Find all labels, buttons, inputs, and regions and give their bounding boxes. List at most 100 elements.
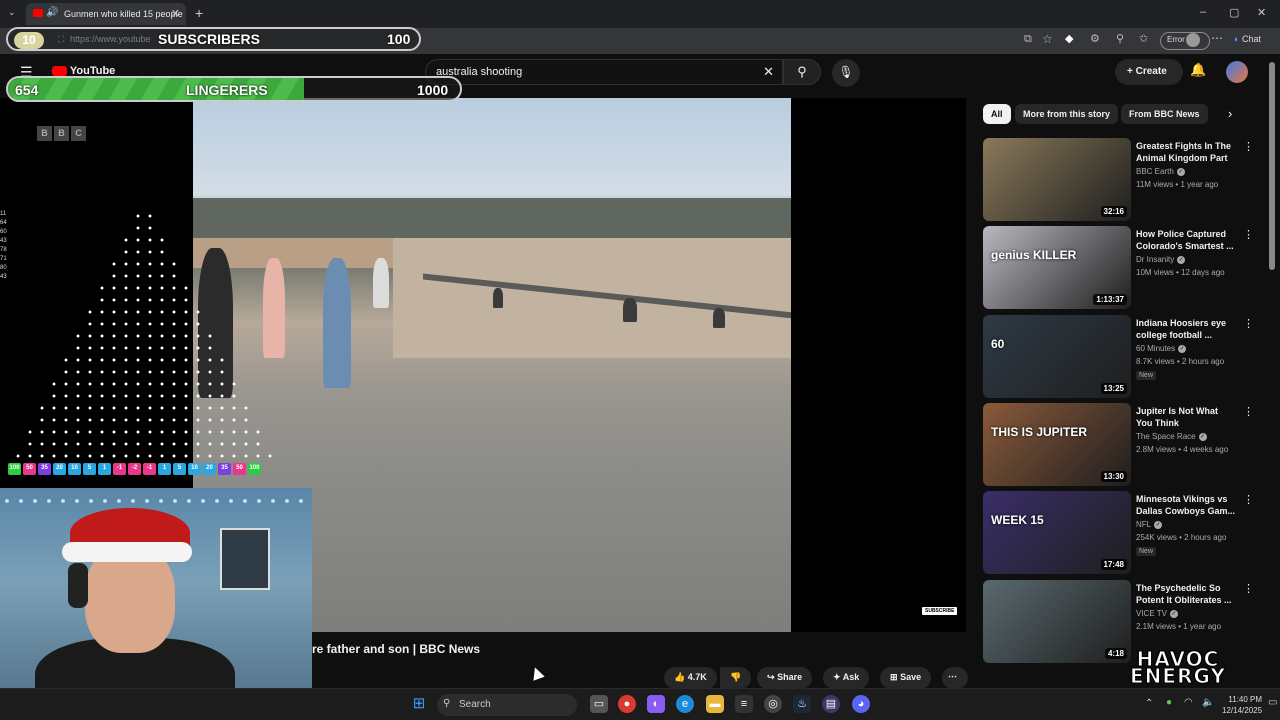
plinko-bin: 10 <box>188 463 201 475</box>
windows-start-icon[interactable]: ⊞ <box>410 695 428 713</box>
more-menu-icon[interactable]: ⋯ <box>1211 31 1223 45</box>
search-icon: ⚲ <box>797 64 807 79</box>
more-options-icon[interactable]: ⋮ <box>1243 493 1254 506</box>
more-options-icon[interactable]: ⋮ <box>1243 317 1254 330</box>
recommendation-channel[interactable]: 60 Minutes ✓ <box>1136 344 1187 353</box>
recommendation-card[interactable]: WEEK 15 17:48 Minnesota Vikings vs Dallas … <box>983 491 1263 575</box>
taskbar-clock[interactable]: 11:40 PM 12/14/2025 <box>1222 694 1262 716</box>
subscribe-watermark[interactable]: SUBSCRIBE <box>922 607 958 615</box>
more-options-icon[interactable]: ⋮ <box>1243 405 1254 418</box>
recommendation-card[interactable]: 32:16 Greatest Fights In The Animal Kingd… <box>983 138 1263 222</box>
recommendation-title[interactable]: Indiana Hoosiers eye college football ..… <box>1136 317 1236 341</box>
recommendation-title[interactable]: The Psychedelic So Potent It Obliterates… <box>1136 582 1236 606</box>
more-options-icon[interactable]: ⋮ <box>1243 228 1254 241</box>
account-avatar[interactable] <box>1226 61 1248 83</box>
recommendation-card[interactable]: 60 13:25 Indiana Hoosiers eye college foot… <box>983 315 1263 399</box>
recommendation-channel[interactable]: Dr Insanity ✓ <box>1136 255 1186 264</box>
app-install-icon[interactable]: ⧉ <box>1024 33 1032 46</box>
verified-check-icon: ✓ <box>1178 344 1187 353</box>
ask-button[interactable]: ✦ Ask <box>823 667 870 689</box>
chrome-icon[interactable]: ● <box>618 695 636 713</box>
favorites-icon[interactable]: ✩ <box>1139 32 1148 45</box>
tray-app-icon[interactable]: ● <box>1166 697 1172 708</box>
recommendation-channel[interactable]: The Space Race ✓ <box>1136 432 1207 441</box>
chip-from-bbc-news[interactable]: From BBC News <box>1121 104 1208 124</box>
tab-menu-chevron-icon[interactable]: ⌄ <box>8 7 16 18</box>
recommendation-title[interactable]: How Police Captured Colorado's Smartest … <box>1136 228 1236 252</box>
app-icon[interactable]: ▤ <box>822 695 840 713</box>
notifications-bell-icon[interactable]: 🔔 <box>1190 62 1206 78</box>
taskbar-search[interactable]: ⚲ Search <box>437 694 577 716</box>
side-number: 80 <box>0 265 7 271</box>
browser-tab-bar: ⌄ 🔊 Gunmen who killed 15 people ✕ + – ▢ … <box>0 0 1280 28</box>
plinko-bin: 10 <box>68 463 81 475</box>
voice-search-button[interactable]: 🎙 <box>832 59 860 87</box>
browser-tab[interactable]: 🔊 Gunmen who killed 15 people ✕ <box>26 3 186 25</box>
dislike-button[interactable]: 👎 <box>720 667 752 689</box>
more-options-icon[interactable]: ⋮ <box>1243 140 1254 153</box>
close-tab-icon[interactable]: ✕ <box>171 7 180 20</box>
save-button[interactable]: ⊞ Save <box>880 667 932 689</box>
discord-icon[interactable]: ◕ <box>852 695 870 713</box>
energy-text: ENERGY <box>1130 664 1226 688</box>
copilot-app-icon[interactable]: ◐ <box>647 695 665 713</box>
tray-expand-chevron-icon[interactable]: ⌃ <box>1145 698 1153 709</box>
notification-center-icon[interactable]: ▭ <box>1268 697 1277 708</box>
obs-icon[interactable]: ◎ <box>764 695 782 713</box>
tab-search-icon[interactable]: ⚲ <box>1116 32 1124 45</box>
recommendation-channel[interactable]: BBC Earth ✓ <box>1136 167 1185 176</box>
chip-more-from-story[interactable]: More from this story <box>1015 104 1119 124</box>
youtube-favicon-icon <box>33 9 43 17</box>
search-button[interactable]: ⚲ <box>783 59 821 85</box>
puzzle-extensions-icon[interactable]: ⚙ <box>1090 32 1100 45</box>
scrollbar-thumb[interactable] <box>1269 62 1275 270</box>
new-tab-button[interactable]: + <box>195 5 203 21</box>
create-button[interactable]: + Create <box>1115 59 1183 85</box>
close-window-button[interactable]: ✕ <box>1257 6 1266 19</box>
recommendation-channel[interactable]: VICE TV ✓ <box>1136 609 1178 618</box>
more-options-icon[interactable]: ⋮ <box>1243 582 1254 595</box>
create-label: Create <box>1135 66 1167 77</box>
more-actions-button[interactable]: ⋯ <box>942 667 968 689</box>
video-thumbnail[interactable]: 4:18 <box>983 580 1131 663</box>
thumbs-down-icon: 👎 <box>730 672 742 682</box>
bookmark-star-icon[interactable]: ☆ <box>1042 32 1053 46</box>
minimize-button[interactable]: – <box>1200 6 1206 18</box>
plinko-bin: 50 <box>23 463 36 475</box>
recommendation-title[interactable]: Minnesota Vikings vs Dallas Cowboys Gam.… <box>1136 493 1236 517</box>
microphone-icon: 🎙 <box>838 65 854 79</box>
recommendation-channel[interactable]: NFL ✓ <box>1136 520 1163 529</box>
task-view-icon[interactable]: ▭ <box>590 695 608 713</box>
chips-next-chevron-icon[interactable]: › <box>1228 106 1232 121</box>
recommendation-card[interactable]: genius KILLER 1:13:37 How Police Captured … <box>983 226 1263 310</box>
copilot-chat-button[interactable]: ◐ Chat <box>1234 34 1261 44</box>
profile-error-button[interactable]: Error <box>1160 32 1210 50</box>
audio-playing-icon[interactable]: 🔊 <box>46 7 58 18</box>
like-button[interactable]: 👍 4.7K <box>664 667 717 689</box>
recommendation-meta: 254K views • 2 hours ago <box>1136 533 1227 542</box>
recommendation-title[interactable]: Greatest Fights In The Animal Kingdom Pa… <box>1136 140 1236 164</box>
share-button[interactable]: ↪ Share <box>757 667 813 689</box>
clear-search-icon[interactable]: ✕ <box>763 64 774 80</box>
maximize-button[interactable]: ▢ <box>1229 6 1239 19</box>
search-input[interactable]: australia shooting ✕ <box>425 59 783 85</box>
file-explorer-icon[interactable]: ▬ <box>706 695 724 713</box>
wifi-icon[interactable]: ◠ <box>1184 697 1193 708</box>
video-thumbnail[interactable]: 32:16 <box>983 138 1131 221</box>
person-background <box>373 258 389 308</box>
recommendation-card[interactable]: THIS IS JUPITER 13:30 Jupiter Is Not What … <box>983 403 1263 487</box>
extension-icon[interactable]: ◆ <box>1065 32 1073 45</box>
video-duration: 32:16 <box>1100 206 1127 217</box>
plinko-bin: -1 <box>113 463 126 475</box>
video-thumbnail[interactable]: 60 13:25 <box>983 315 1131 398</box>
edge-icon[interactable]: e <box>676 695 694 713</box>
video-thumbnail[interactable]: WEEK 15 17:48 <box>983 491 1131 574</box>
recommendation-title[interactable]: Jupiter Is Not What You Think <box>1136 405 1236 429</box>
video-thumbnail[interactable]: genius KILLER 1:13:37 <box>983 226 1131 309</box>
steam-icon[interactable]: ♨ <box>793 695 811 713</box>
bbc-letter: B <box>54 126 69 141</box>
video-thumbnail[interactable]: THIS IS JUPITER 13:30 <box>983 403 1131 486</box>
volume-icon[interactable]: 🔈 <box>1202 697 1214 708</box>
chip-all[interactable]: All <box>983 104 1011 124</box>
epic-games-icon[interactable]: ≡ <box>735 695 753 713</box>
